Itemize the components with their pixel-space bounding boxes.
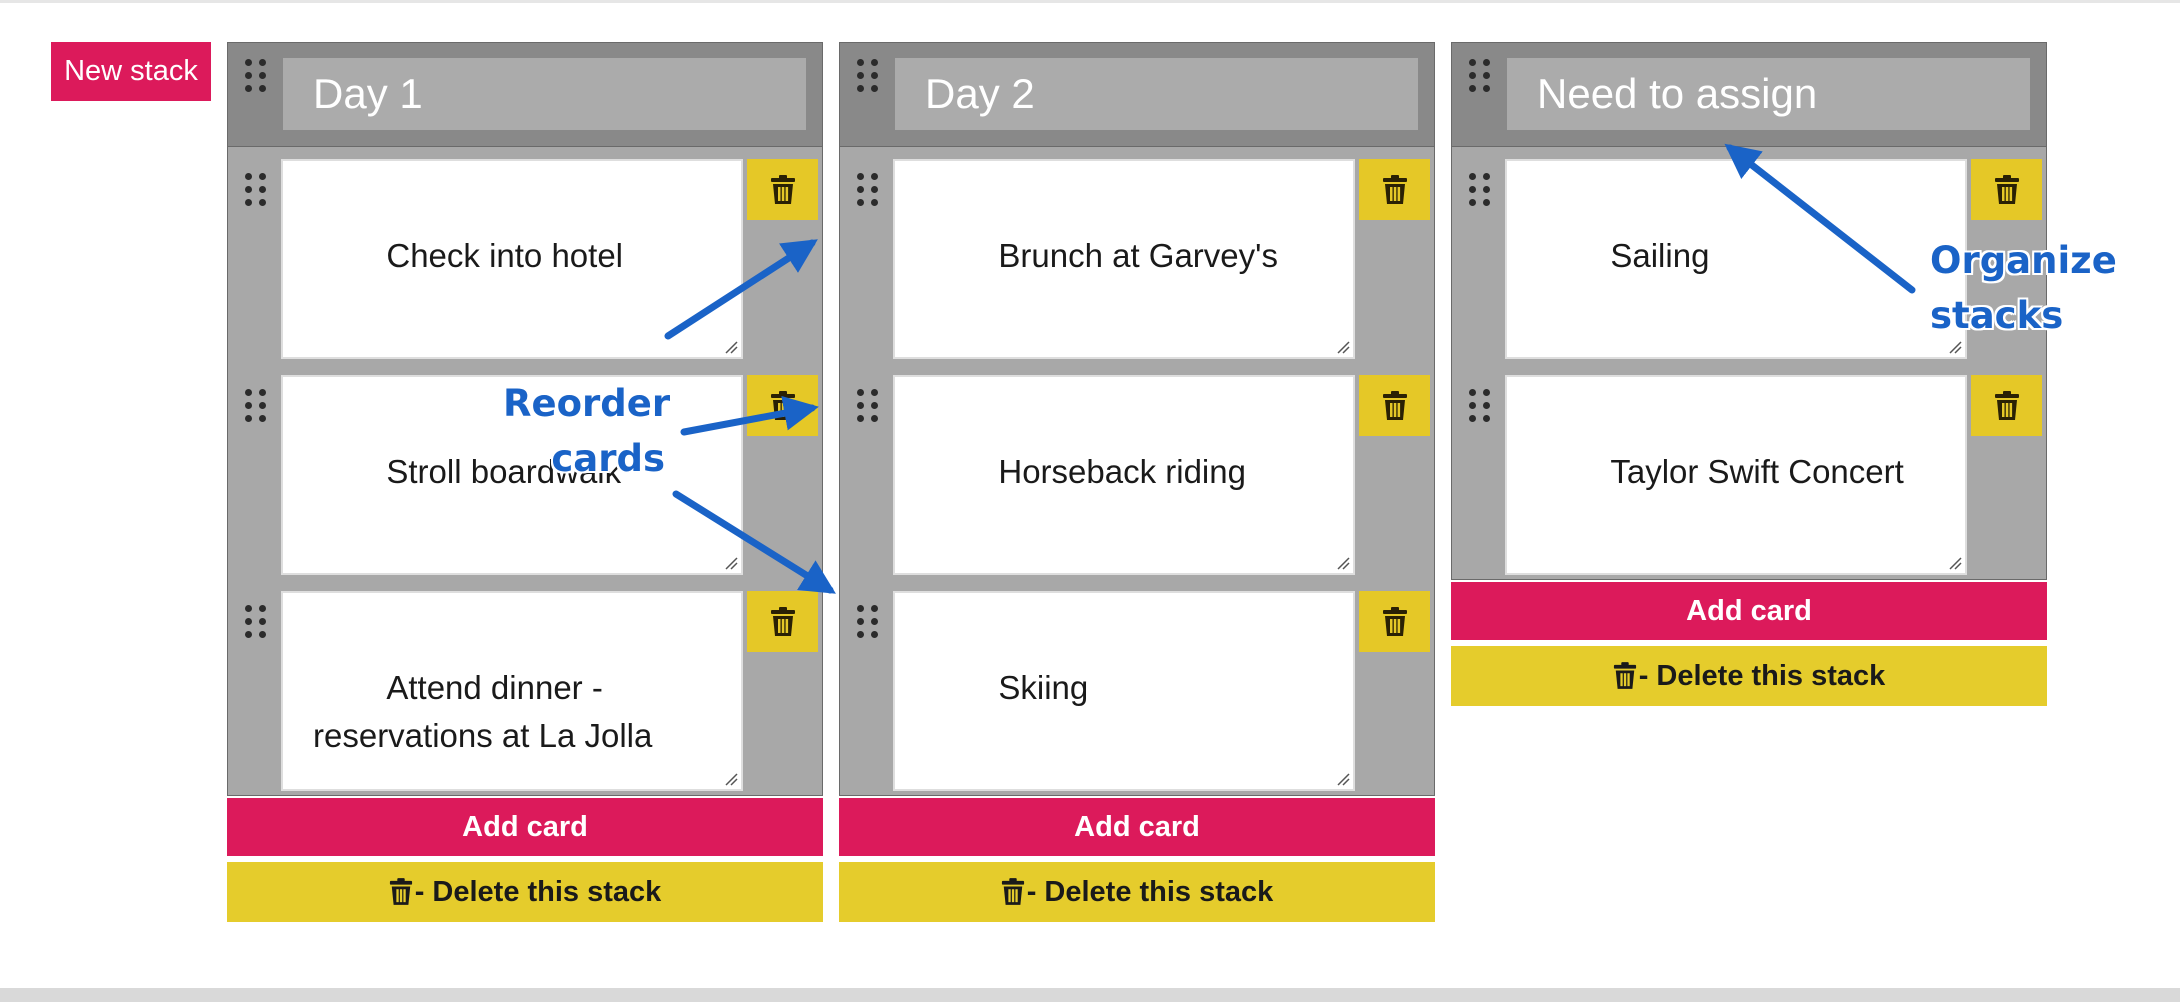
drag-handle-icon[interactable] <box>245 173 267 207</box>
resize-grip-icon[interactable] <box>1336 556 1350 570</box>
delete-stack-button[interactable]: - Delete this stack <box>227 862 823 922</box>
drag-handle-icon[interactable] <box>857 605 879 639</box>
delete-stack-label: - Delete this stack <box>1638 659 1886 692</box>
stack-title-input[interactable]: Day 1 <box>283 58 806 130</box>
annotation-line: cards <box>551 437 665 480</box>
resize-grip-icon[interactable] <box>1948 556 1962 570</box>
stack-title-input[interactable]: Need to assign <box>1507 58 2030 130</box>
card-textarea[interactable]: Check into hotel <box>281 159 743 359</box>
card-text: Sailing <box>1610 237 1710 274</box>
drag-handle-icon[interactable] <box>1469 59 1491 93</box>
resize-grip-icon[interactable] <box>1336 772 1350 786</box>
trash-icon <box>1382 606 1407 636</box>
delete-card-button[interactable] <box>747 159 818 220</box>
stack-day-2: Day 2 Brunch at Garvey's Horseback ridin… <box>839 42 1435 922</box>
card: Brunch at Garvey's <box>840 147 1434 363</box>
annotation-line: stacks <box>1930 294 2064 337</box>
annotation-line: Reorder <box>503 382 671 425</box>
drag-handle-icon[interactable] <box>857 389 879 423</box>
delete-card-button[interactable] <box>1359 159 1430 220</box>
drag-handle-icon[interactable] <box>1469 389 1491 423</box>
delete-card-button[interactable] <box>747 375 818 436</box>
annotation-reorder-cards: Reorder cards <box>503 376 671 486</box>
delete-card-button[interactable] <box>1971 375 2042 436</box>
card-text: Brunch at Garvey's <box>998 237 1278 274</box>
stack-body: Day 2 Brunch at Garvey's Horseback ridin… <box>839 42 1435 796</box>
annotation-organize-stacks: Organize stacks <box>1930 233 2117 343</box>
drag-handle-icon[interactable] <box>245 59 267 93</box>
trash-icon <box>770 606 795 636</box>
trash-icon <box>1613 662 1636 689</box>
card-textarea[interactable]: Brunch at Garvey's <box>893 159 1355 359</box>
new-stack-button[interactable]: New stack <box>51 42 211 101</box>
drag-handle-icon[interactable] <box>245 605 267 639</box>
delete-card-button[interactable] <box>1359 375 1430 436</box>
stack-header: Need to assign <box>1452 43 2046 147</box>
delete-card-button[interactable] <box>1971 159 2042 220</box>
delete-stack-label: - Delete this stack <box>414 875 662 908</box>
card-textarea[interactable]: Skiing <box>893 591 1355 791</box>
drag-handle-icon[interactable] <box>245 389 267 423</box>
card: Skiing <box>840 579 1434 795</box>
stack-header: Day 2 <box>840 43 1434 147</box>
card-textarea[interactable]: Sailing <box>1505 159 1967 359</box>
card-text: Attend dinner - reservations at La Jolla <box>313 669 653 754</box>
resize-grip-icon[interactable] <box>724 772 738 786</box>
stack-header: Day 1 <box>228 43 822 147</box>
delete-stack-label: - Delete this stack <box>1026 875 1274 908</box>
trash-icon <box>770 390 795 420</box>
card-text: Check into hotel <box>386 237 623 274</box>
trash-icon <box>1382 390 1407 420</box>
card-text: Horseback riding <box>998 453 1246 490</box>
bottom-bar <box>0 988 2180 1002</box>
resize-grip-icon[interactable] <box>1336 340 1350 354</box>
annotation-line: Organize <box>1930 239 2117 282</box>
trash-icon <box>1994 174 2019 204</box>
delete-stack-button[interactable]: - Delete this stack <box>839 862 1435 922</box>
card-text: Skiing <box>998 669 1089 706</box>
top-border <box>0 0 2180 3</box>
stack-need-to-assign: Need to assign Sailing Taylor Swift Conc… <box>1451 42 2047 706</box>
stack-title-input[interactable]: Day 2 <box>895 58 1418 130</box>
trash-icon <box>770 174 795 204</box>
card: Horseback riding <box>840 363 1434 579</box>
resize-grip-icon[interactable] <box>724 340 738 354</box>
resize-grip-icon[interactable] <box>724 556 738 570</box>
card: Attend dinner - reservations at La Jolla <box>228 579 822 795</box>
trash-icon <box>1994 390 2019 420</box>
trash-icon <box>389 878 412 905</box>
trash-icon <box>1001 878 1024 905</box>
drag-handle-icon[interactable] <box>857 173 879 207</box>
trash-icon <box>1382 174 1407 204</box>
card-textarea[interactable]: Taylor Swift Concert <box>1505 375 1967 575</box>
delete-card-button[interactable] <box>747 591 818 652</box>
card-textarea[interactable]: Attend dinner - reservations at La Jolla <box>281 591 743 791</box>
drag-handle-icon[interactable] <box>857 59 879 93</box>
card-textarea[interactable]: Horseback riding <box>893 375 1355 575</box>
card-text: Taylor Swift Concert <box>1610 453 1904 490</box>
delete-card-button[interactable] <box>1359 591 1430 652</box>
delete-stack-button[interactable]: - Delete this stack <box>1451 646 2047 706</box>
card: Check into hotel <box>228 147 822 363</box>
drag-handle-icon[interactable] <box>1469 173 1491 207</box>
card: Taylor Swift Concert <box>1452 363 2046 579</box>
